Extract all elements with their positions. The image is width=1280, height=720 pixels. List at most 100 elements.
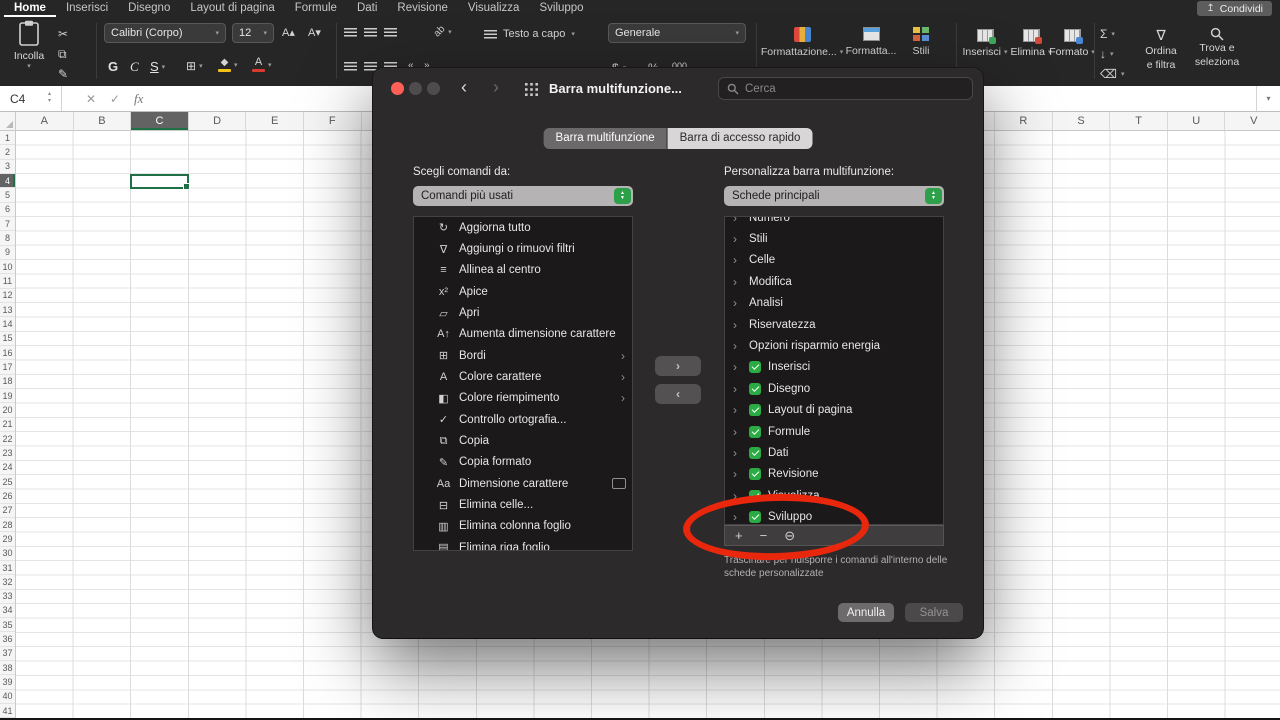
tab-inserisci[interactable]: Inserisci [56, 0, 118, 17]
align-left-button[interactable] [344, 62, 357, 71]
italic-button[interactable]: C [130, 59, 139, 75]
row-header-7[interactable]: 7 [0, 217, 15, 231]
column-header-U[interactable]: U [1168, 112, 1226, 130]
row-header-18[interactable]: 18 [0, 375, 15, 389]
row-header-11[interactable]: 11 [0, 274, 15, 288]
conditional-formatting-button[interactable]: Formattazione... ▾ [764, 27, 840, 58]
row-header-13[interactable]: 13 [0, 303, 15, 317]
command-item[interactable]: AaDimensione carattere [414, 473, 632, 494]
checkbox-checked-icon[interactable] [749, 426, 761, 438]
row-header-30[interactable]: 30 [0, 547, 15, 561]
align-middle-button[interactable] [364, 28, 377, 37]
ribbon-tab-item-celle[interactable]: ›Celle [725, 250, 943, 271]
row-header-41[interactable]: 41 [0, 704, 15, 718]
tab-dati[interactable]: Dati [347, 0, 387, 17]
command-item[interactable]: ✓Controllo ortografia... [414, 409, 632, 430]
column-header-C[interactable]: C [131, 112, 189, 130]
row-header-3[interactable]: 3 [0, 160, 15, 174]
command-item[interactable]: A↑Aumenta dimensione carattere [414, 324, 632, 345]
wrap-text-button[interactable]: Testo a capo ▾ [484, 28, 575, 40]
formula-bar-collapse-button[interactable]: ▾ [1256, 86, 1280, 111]
column-header-E[interactable]: E [246, 112, 304, 130]
column-header-T[interactable]: T [1110, 112, 1168, 130]
checkbox-checked-icon[interactable] [749, 383, 761, 395]
column-header-S[interactable]: S [1053, 112, 1111, 130]
font-size-combo[interactable]: 12 ▾ [232, 23, 274, 43]
borders-button[interactable]: ⊞ ▾ [186, 59, 203, 73]
cancel-button[interactable]: Annulla [838, 603, 894, 622]
ribbon-tab-item-riservatezza[interactable]: ›Riservatezza [725, 314, 943, 335]
font-color-button[interactable]: A ▾ [252, 57, 272, 72]
row-header-10[interactable]: 10 [0, 260, 15, 274]
zoom-window-button[interactable] [427, 82, 440, 95]
add-command-button[interactable]: › [655, 356, 701, 376]
cut-button[interactable]: ✂ [58, 27, 68, 41]
column-header-F[interactable]: F [304, 112, 362, 130]
commands-source-dropdown[interactable]: Comandi più usati ▲▼ [413, 186, 633, 206]
column-header-V[interactable]: V [1225, 112, 1280, 130]
ribbon-tab-item-layout-di-pagina[interactable]: ›Layout di pagina [725, 400, 943, 421]
row-header-9[interactable]: 9 [0, 246, 15, 260]
forward-button[interactable]: › [493, 76, 499, 98]
insert-cells-button[interactable]: Inserisci ▾ [962, 29, 1008, 58]
row-header-35[interactable]: 35 [0, 618, 15, 632]
selected-cell[interactable] [130, 174, 189, 189]
row-header-25[interactable]: 25 [0, 475, 15, 489]
ribbon-tab-item-revisione[interactable]: ›Revisione [725, 464, 943, 485]
tab-disegno[interactable]: Disegno [118, 0, 180, 17]
tab-sviluppo[interactable]: Sviluppo [529, 0, 593, 17]
bold-button[interactable]: G [108, 59, 118, 74]
command-item[interactable]: AColore carattere› [414, 366, 632, 387]
ribbon-tab-item-modifica[interactable]: ›Modifica [725, 271, 943, 292]
ribbon-tab-item-inserisci[interactable]: ›Inserisci [725, 357, 943, 378]
row-header-23[interactable]: 23 [0, 446, 15, 460]
row-header-40[interactable]: 40 [0, 690, 15, 704]
align-center-button[interactable] [364, 62, 377, 71]
row-header-34[interactable]: 34 [0, 604, 15, 618]
row-header-19[interactable]: 19 [0, 389, 15, 403]
fill-button[interactable]: ↓ ▾ [1100, 47, 1114, 61]
row-header-28[interactable]: 28 [0, 518, 15, 532]
command-item[interactable]: ≡Allinea al centro [414, 260, 632, 281]
column-header-R[interactable]: R [995, 112, 1053, 130]
column-header-A[interactable]: A [16, 112, 74, 130]
row-header-24[interactable]: 24 [0, 461, 15, 475]
decrease-font-button[interactable]: A▾ [308, 26, 321, 39]
name-box-stepper[interactable]: ▴ ▾ [48, 91, 51, 105]
command-item[interactable]: ▱Apri [414, 302, 632, 323]
format-painter-button[interactable]: ✎ [58, 67, 68, 81]
ribbon-scope-dropdown[interactable]: Schede principali ▲▼ [724, 186, 944, 206]
save-button[interactable]: Salva [905, 603, 963, 622]
select-all-corner[interactable] [0, 112, 16, 131]
row-header-2[interactable]: 2 [0, 145, 15, 159]
row-header-26[interactable]: 26 [0, 489, 15, 503]
insert-function-button[interactable]: fx [134, 86, 143, 111]
tab-revisione[interactable]: Revisione [387, 0, 458, 17]
command-item[interactable]: ⊞Bordi› [414, 345, 632, 366]
row-header-5[interactable]: 5 [0, 188, 15, 202]
copy-button[interactable]: ⧉ [58, 47, 67, 62]
sort-filter-button[interactable]: ∇ Ordina e filtra [1136, 27, 1186, 71]
tab-formule[interactable]: Formule [285, 0, 347, 17]
align-bottom-button[interactable] [384, 28, 397, 37]
row-header-36[interactable]: 36 [0, 632, 15, 646]
row-header-31[interactable]: 31 [0, 561, 15, 575]
row-header-14[interactable]: 14 [0, 317, 15, 331]
ribbon-tab-item-numero[interactable]: ›Numero [725, 216, 943, 228]
checkbox-checked-icon[interactable] [749, 447, 761, 459]
command-item[interactable]: x²Apice [414, 281, 632, 302]
paste-button[interactable]: Incolla ▾ [6, 20, 52, 84]
command-item[interactable]: ✎Copia formato [414, 452, 632, 473]
row-header-15[interactable]: 15 [0, 332, 15, 346]
orientation-button[interactable]: ab ▾ [434, 26, 452, 37]
remove-command-button[interactable]: ‹ [655, 384, 701, 404]
command-item[interactable]: ⊟Elimina celle... [414, 494, 632, 515]
command-item[interactable]: ◧Colore riempimento› [414, 388, 632, 409]
row-header-22[interactable]: 22 [0, 432, 15, 446]
autosum-button[interactable]: Σ ▾ [1100, 27, 1115, 41]
column-header-D[interactable]: D [189, 112, 247, 130]
ribbon-tab-item-dati[interactable]: ›Dati [725, 442, 943, 463]
row-header-4[interactable]: 4 [0, 174, 15, 188]
row-header-38[interactable]: 38 [0, 661, 15, 675]
back-button[interactable]: ‹ [461, 76, 467, 98]
